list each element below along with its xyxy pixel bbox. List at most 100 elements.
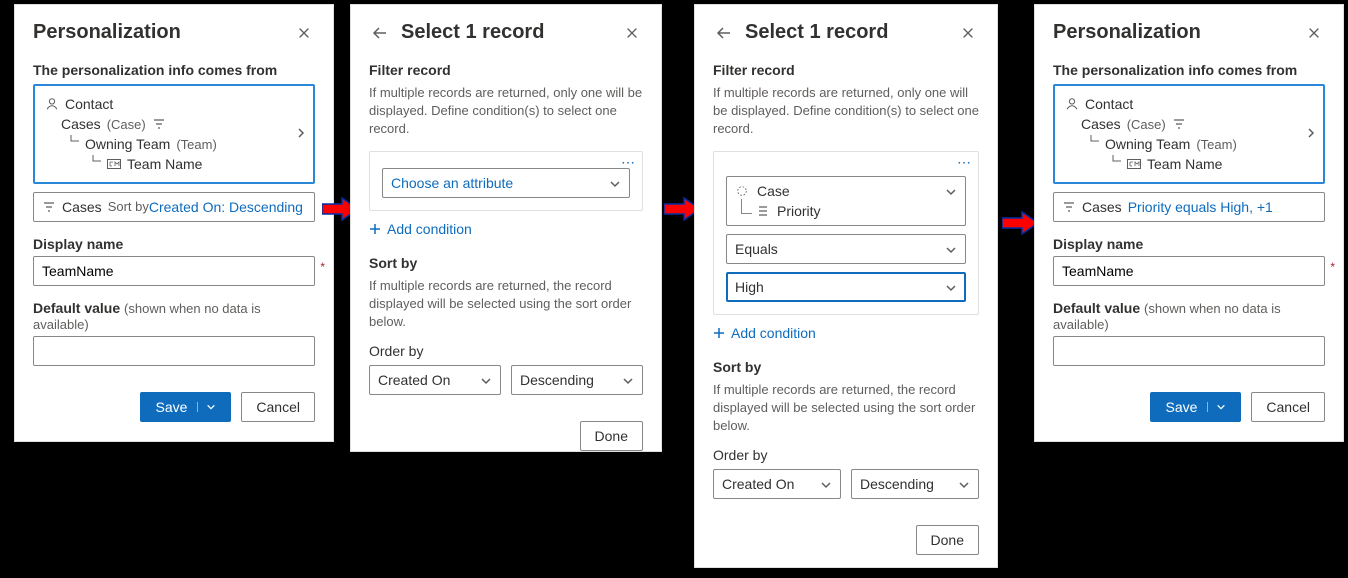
tree-l1: Cases [1081, 116, 1121, 132]
value-select[interactable]: High [726, 272, 966, 302]
chevron-down-icon [945, 185, 957, 197]
sort-by-desc: If multiple records are returned, the re… [713, 381, 979, 436]
filter-summary-pill[interactable]: Cases Sort by Created On: Descending [33, 192, 315, 222]
default-value-input[interactable] [33, 336, 315, 366]
chevron-down-icon [945, 281, 957, 293]
contact-icon [45, 97, 59, 111]
panel-title: Select 1 record [401, 21, 544, 44]
attr-entity: Case [757, 183, 790, 199]
order-by-field-select[interactable]: Created On [713, 469, 841, 499]
chevron-down-icon [609, 177, 621, 189]
display-name-input[interactable] [33, 256, 315, 286]
close-icon[interactable] [957, 22, 979, 44]
cancel-button[interactable]: Cancel [1251, 392, 1325, 422]
filter-icon [1062, 200, 1076, 214]
sort-by-heading: Sort by [369, 255, 643, 271]
filter-value: Priority equals High, +1 [1128, 199, 1273, 215]
filter-record-heading: Filter record [369, 62, 643, 78]
filter-icon [1172, 117, 1186, 131]
close-icon[interactable] [621, 22, 643, 44]
list-icon [755, 204, 769, 218]
filter-icon [42, 200, 56, 214]
contact-icon [1065, 97, 1079, 111]
done-button[interactable]: Done [916, 525, 979, 555]
panel-title: Personalization [33, 21, 181, 44]
attribute-tree[interactable]: Contact Cases (Case) Owning Team (Team) … [33, 84, 315, 184]
personalization-panel-before: Personalization The personalization info… [14, 4, 334, 442]
tree-l2: Owning Team [85, 136, 170, 152]
order-by-label: Order by [369, 343, 643, 359]
chevron-down-icon [820, 478, 832, 490]
filter-record-desc: If multiple records are returned, only o… [369, 84, 643, 139]
filter-record-desc: If multiple records are returned, only o… [713, 84, 979, 139]
tree-root: Contact [65, 96, 113, 112]
tree-l3: Team Name [1147, 156, 1222, 172]
tree-l2-type: (Team) [1196, 137, 1236, 152]
text-field-icon [1127, 157, 1141, 171]
select-record-panel-filled: Select 1 record Filter record If multipl… [694, 4, 998, 568]
attribute-select[interactable]: Case Priority [726, 176, 966, 226]
panel-title: Personalization [1053, 21, 1201, 44]
save-split-chevron-icon[interactable] [197, 402, 216, 412]
tree-l2: Owning Team [1105, 136, 1190, 152]
attribute-tree[interactable]: Contact Cases (Case) Owning Team (Team) … [1053, 84, 1325, 184]
tree-root: Contact [1085, 96, 1133, 112]
filter-icon [152, 117, 166, 131]
close-icon[interactable] [293, 22, 315, 44]
panel-title: Select 1 record [745, 21, 888, 44]
sort-by-heading: Sort by [713, 359, 979, 375]
sort-by-desc: If multiple records are returned, the re… [369, 277, 643, 332]
order-by-direction-select[interactable]: Descending [851, 469, 979, 499]
back-icon[interactable] [713, 22, 735, 44]
chevron-right-icon[interactable] [295, 126, 307, 142]
back-icon[interactable] [369, 22, 391, 44]
default-value-label: Default value [1053, 300, 1140, 316]
info-source-label: The personalization info comes from [1053, 62, 1325, 78]
flow-arrow-icon [1002, 210, 1038, 236]
tree-l1-type: (Case) [1127, 117, 1166, 132]
attr-field: Priority [777, 203, 821, 219]
add-condition-button[interactable]: Add condition [369, 221, 643, 237]
card-menu-icon[interactable]: ⋯ [957, 154, 972, 171]
display-name-label: Display name [33, 236, 315, 252]
default-value-label: Default value [33, 300, 120, 316]
required-indicator: * [320, 260, 325, 274]
cancel-button[interactable]: Cancel [241, 392, 315, 422]
tree-l3: Team Name [127, 156, 202, 172]
card-menu-icon[interactable]: ⋯ [621, 154, 636, 171]
operator-select[interactable]: Equals [726, 234, 966, 264]
done-button[interactable]: Done [580, 421, 643, 451]
close-icon[interactable] [1303, 22, 1325, 44]
save-button[interactable]: Save [1150, 392, 1241, 422]
add-condition-button[interactable]: Add condition [713, 325, 979, 341]
display-name-input[interactable] [1053, 256, 1325, 286]
chevron-down-icon [480, 374, 492, 386]
chevron-right-icon[interactable] [1305, 126, 1317, 142]
filter-record-heading: Filter record [713, 62, 979, 78]
order-by-direction-select[interactable]: Descending [511, 365, 643, 395]
required-indicator: * [1330, 260, 1335, 274]
text-field-icon [107, 157, 121, 171]
condition-card: ⋯ Case Priority [713, 151, 979, 315]
save-button[interactable]: Save [140, 392, 231, 422]
entity-icon [735, 184, 749, 198]
condition-card: ⋯ Choose an attribute [369, 151, 643, 211]
chevron-down-icon [945, 243, 957, 255]
display-name-label: Display name [1053, 236, 1325, 252]
select-record-panel-empty: Select 1 record Filter record If multipl… [350, 4, 662, 452]
attribute-select[interactable]: Choose an attribute [382, 168, 630, 198]
info-source-label: The personalization info comes from [33, 62, 315, 78]
personalization-panel-after: Personalization The personalization info… [1034, 4, 1344, 442]
chevron-down-icon [622, 374, 634, 386]
order-by-field-select[interactable]: Created On [369, 365, 501, 395]
order-by-label: Order by [713, 447, 979, 463]
tree-l1-type: (Case) [107, 117, 146, 132]
filter-value: Created On: Descending [149, 199, 303, 215]
save-split-chevron-icon[interactable] [1207, 402, 1226, 412]
default-value-input[interactable] [1053, 336, 1325, 366]
tree-l2-type: (Team) [176, 137, 216, 152]
filter-entity: Cases [62, 199, 102, 215]
filter-summary-pill[interactable]: Cases Priority equals High, +1 [1053, 192, 1325, 222]
filter-prefix: Sort by [108, 199, 149, 215]
chevron-down-icon [958, 478, 970, 490]
